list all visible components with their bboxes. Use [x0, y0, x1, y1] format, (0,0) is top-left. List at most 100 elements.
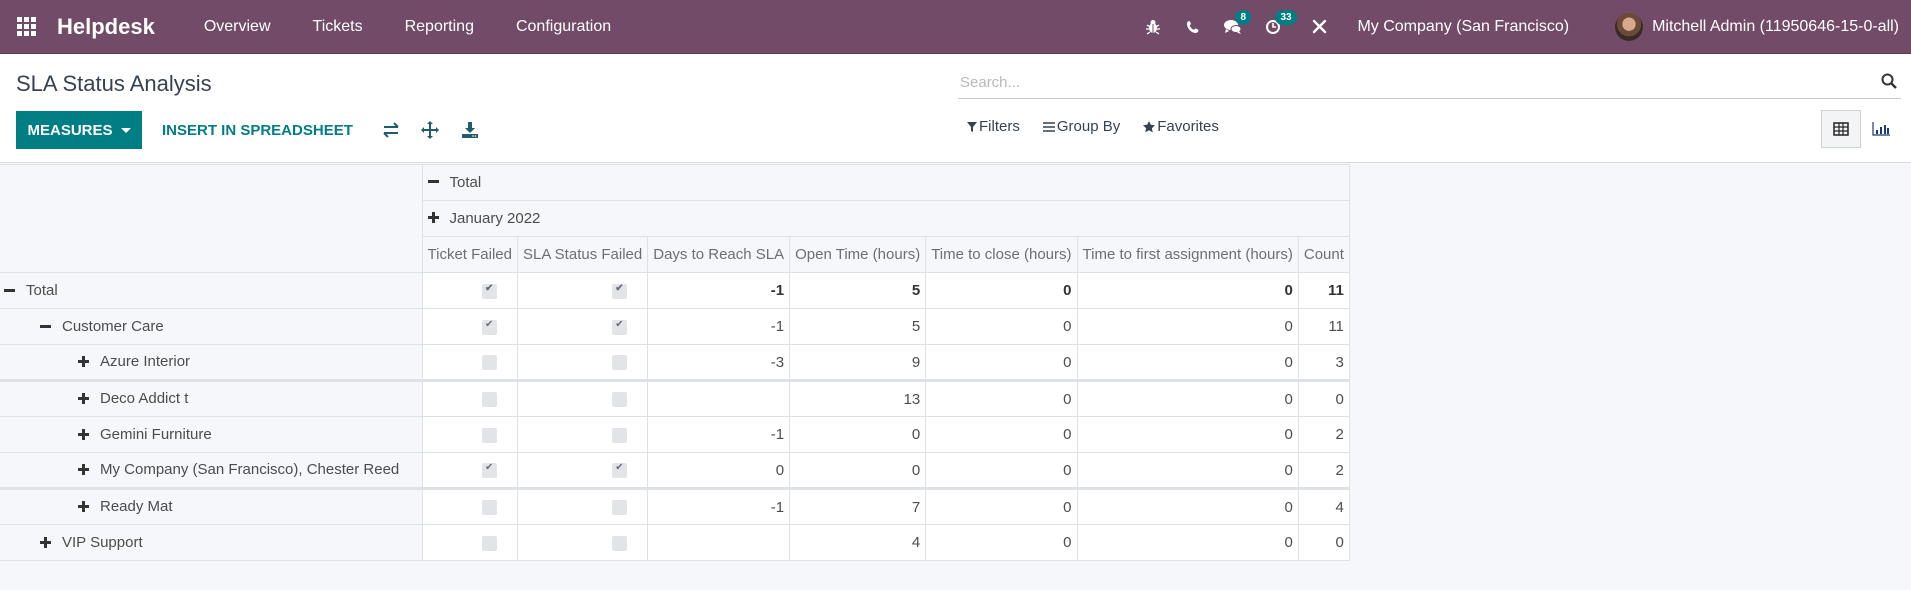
graph-view-button[interactable]: [1861, 110, 1901, 148]
ticket-failed-cell[interactable]: [421, 344, 518, 381]
time-to-close-cell[interactable]: 0: [925, 416, 1078, 453]
time-to-first-assignment-cell[interactable]: 0: [1076, 487, 1299, 525]
sla-status-failed-cell[interactable]: [516, 487, 649, 525]
expand-all-icon[interactable]: [421, 120, 441, 140]
count-cell[interactable]: 11: [1297, 272, 1350, 309]
open-time-cell[interactable]: 4: [789, 524, 927, 561]
col-header-month[interactable]: January 2022: [421, 200, 1350, 237]
ticket-failed-cell[interactable]: [421, 524, 518, 561]
filters-dropdown[interactable]: Filters: [967, 118, 1020, 135]
sla-status-failed-cell[interactable]: [516, 308, 649, 345]
count-cell[interactable]: 0: [1297, 379, 1350, 417]
time-to-first-assignment-cell[interactable]: 0: [1076, 416, 1299, 453]
favorites-dropdown[interactable]: Favorites: [1143, 118, 1219, 135]
row-header[interactable]: Total: [0, 272, 423, 309]
menu-reporting[interactable]: Reporting: [384, 0, 495, 54]
row-header[interactable]: Deco Addict t: [0, 379, 423, 417]
ticket-failed-cell[interactable]: [421, 452, 518, 489]
sla-status-failed-cell[interactable]: [516, 344, 649, 381]
time-to-first-assignment-cell[interactable]: 0: [1076, 379, 1299, 417]
sla-status-failed-cell[interactable]: [516, 379, 649, 417]
days-to-reach-sla-cell[interactable]: 0: [647, 452, 791, 489]
measure-header-time-to-close[interactable]: Time to close (hours): [925, 236, 1078, 273]
time-to-close-cell[interactable]: 0: [925, 524, 1078, 561]
days-to-reach-sla-cell[interactable]: -1: [647, 272, 791, 309]
time-to-first-assignment-cell[interactable]: 0: [1076, 524, 1299, 561]
open-time-cell[interactable]: 0: [789, 416, 927, 453]
menu-configuration[interactable]: Configuration: [495, 0, 632, 54]
days-to-reach-sla-cell[interactable]: [647, 379, 791, 417]
time-to-close-cell[interactable]: 0: [925, 379, 1078, 417]
user-menu[interactable]: Mitchell Admin (11950646-15-0-all): [1587, 12, 1911, 41]
phone-icon[interactable]: [1173, 0, 1213, 54]
days-to-reach-sla-cell[interactable]: -3: [647, 344, 791, 381]
ticket-failed-cell[interactable]: [421, 272, 518, 309]
app-brand[interactable]: Helpdesk: [57, 14, 155, 40]
row-header[interactable]: Azure Interior: [0, 344, 423, 381]
ticket-failed-cell[interactable]: [421, 416, 518, 453]
row-header[interactable]: My Company (San Francisco), Chester Reed: [0, 452, 423, 489]
company-switcher[interactable]: My Company (San Francisco): [1339, 18, 1587, 36]
ticket-failed-cell[interactable]: [421, 487, 518, 525]
count-cell[interactable]: 3: [1297, 344, 1350, 381]
time-to-first-assignment-cell[interactable]: 0: [1076, 308, 1299, 345]
flip-axis-icon[interactable]: [382, 120, 402, 140]
open-time-cell[interactable]: 5: [789, 272, 927, 309]
open-time-cell[interactable]: 5: [789, 308, 927, 345]
row-header[interactable]: VIP Support: [0, 524, 423, 561]
measure-header-ticket-failed[interactable]: Ticket Failed: [421, 236, 518, 273]
open-time-cell[interactable]: 7: [789, 487, 927, 525]
download-icon[interactable]: [461, 120, 481, 140]
measure-header-count[interactable]: Count: [1297, 236, 1350, 273]
tools-icon[interactable]: [1299, 0, 1339, 54]
search-icon[interactable]: [1881, 73, 1899, 91]
ticket-failed-cell[interactable]: [421, 308, 518, 345]
row-header[interactable]: Gemini Furniture: [0, 416, 423, 453]
col-header-total[interactable]: Total: [421, 164, 1350, 201]
days-to-reach-sla-cell[interactable]: -1: [647, 416, 791, 453]
days-to-reach-sla-cell[interactable]: -1: [647, 487, 791, 525]
measure-header-time-to-first-assignment[interactable]: Time to first assignment (hours): [1076, 236, 1299, 273]
row-header[interactable]: Customer Care: [0, 308, 423, 345]
sla-status-failed-cell[interactable]: [516, 272, 649, 309]
activity-clock-icon[interactable]: 33: [1253, 0, 1297, 54]
ticket-failed-cell[interactable]: [421, 379, 518, 417]
measure-header-days-to-reach-sla[interactable]: Days to Reach SLA: [647, 236, 791, 273]
row-label: Gemini Furniture: [100, 425, 212, 443]
bug-icon[interactable]: [1133, 0, 1173, 54]
groupby-dropdown[interactable]: Group By: [1042, 118, 1120, 135]
time-to-close-cell[interactable]: 0: [925, 272, 1078, 309]
count-cell[interactable]: 2: [1297, 416, 1350, 453]
measures-button[interactable]: MEASURES: [16, 111, 142, 149]
open-time-cell[interactable]: 13: [789, 379, 927, 417]
count-cell[interactable]: 0: [1297, 524, 1350, 561]
time-to-first-assignment-cell[interactable]: 0: [1076, 272, 1299, 309]
pivot-view-button[interactable]: [1821, 110, 1861, 148]
time-to-close-cell[interactable]: 0: [925, 308, 1078, 345]
open-time-cell[interactable]: 0: [789, 452, 927, 489]
menu-overview[interactable]: Overview: [183, 0, 292, 54]
sla-status-failed-cell[interactable]: [516, 416, 649, 453]
count-cell[interactable]: 2: [1297, 452, 1350, 489]
checkbox: [481, 283, 497, 299]
sla-status-failed-cell[interactable]: [516, 524, 649, 561]
row-header[interactable]: Ready Mat: [0, 487, 423, 525]
days-to-reach-sla-cell[interactable]: -1: [647, 308, 791, 345]
measure-header-open-time[interactable]: Open Time (hours): [789, 236, 927, 273]
time-to-close-cell[interactable]: 0: [925, 487, 1078, 525]
count-cell[interactable]: 4: [1297, 487, 1350, 525]
apps-menu-icon[interactable]: [0, 0, 52, 54]
sla-status-failed-cell[interactable]: [516, 452, 649, 489]
search-input[interactable]: [958, 67, 1858, 97]
chat-icon[interactable]: 8: [1213, 0, 1253, 54]
days-to-reach-sla-cell[interactable]: [647, 524, 791, 561]
count-cell[interactable]: 11: [1297, 308, 1350, 345]
time-to-first-assignment-cell[interactable]: 0: [1076, 344, 1299, 381]
insert-in-spreadsheet-button[interactable]: INSERT IN SPREADSHEET: [162, 111, 353, 149]
menu-tickets[interactable]: Tickets: [292, 0, 384, 54]
measure-header-sla-status-failed[interactable]: SLA Status Failed: [516, 236, 649, 273]
time-to-first-assignment-cell[interactable]: 0: [1076, 452, 1299, 489]
open-time-cell[interactable]: 9: [789, 344, 927, 381]
time-to-close-cell[interactable]: 0: [925, 344, 1078, 381]
time-to-close-cell[interactable]: 0: [925, 452, 1078, 489]
